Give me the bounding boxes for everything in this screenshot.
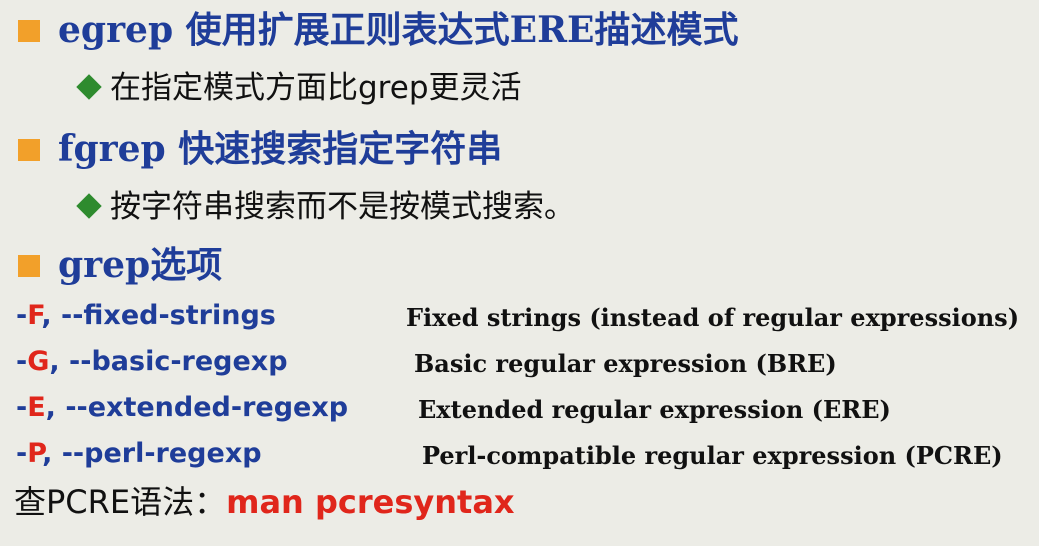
option-long: , --perl-regexp [42,438,262,469]
heading-text: 选项 [150,244,223,286]
option-dash: - [16,346,28,377]
option-fixed-strings: -F, --fixed-strings [16,298,276,334]
footer-label: 查PCRE语法： [14,483,227,521]
option-dash: - [16,300,28,331]
diamond-bullet-icon [76,192,102,219]
square-bullet-icon [18,20,40,42]
option-desc: Fixed strings (instead of regular expres… [406,303,1020,332]
option-dash: - [16,438,28,469]
option-long: , --fixed-strings [41,300,276,331]
heading-text: 使用扩展正则表达式ERE描述模式 [173,9,739,51]
heading-grep-options: grep选项 [58,243,222,287]
option-dash: - [16,392,28,423]
heading-text: 快速搜索指定字符串 [165,128,503,170]
heading-prefix: egrep [58,9,174,51]
sub-text: 按字符串搜索而不是按模式搜索。 [110,189,575,225]
option-letter: P [27,438,43,469]
option-extended-regexp: -E, --extended-regexp [16,390,348,426]
square-bullet-icon [18,255,40,277]
option-letter: G [27,346,50,377]
sub-egrep: 在指定模式方面比grep更灵活 [76,68,522,108]
sub-fgrep: 按字符串搜索而不是按模式搜索。 [76,187,575,227]
option-perl-regexp: -P, --perl-regexp [16,436,262,472]
option-desc: Basic regular expression (BRE) [414,349,837,378]
option-long: , --basic-regexp [49,346,288,377]
option-long: , --extended-regexp [45,392,349,423]
heading-fgrep: fgrep 快速搜索指定字符串 [58,127,502,171]
heading-egrep: egrep 使用扩展正则表达式ERE描述模式 [58,8,738,52]
square-bullet-icon [18,139,40,161]
diamond-bullet-icon [76,73,102,100]
heading-prefix: fgrep [58,128,166,170]
heading-prefix: grep [58,244,151,286]
sub-text: 在指定模式方面比grep更灵活 [110,70,522,106]
footer-command: man pcresyntax [226,483,515,521]
footer-line: 查PCRE语法：man pcresyntax [14,480,515,524]
option-desc: Extended regular expression (ERE) [418,395,891,424]
option-letter: F [27,300,42,331]
option-basic-regexp: -G, --basic-regexp [16,344,288,380]
option-letter: E [27,392,46,423]
option-desc: Perl-compatible regular expression (PCRE… [422,441,1003,470]
